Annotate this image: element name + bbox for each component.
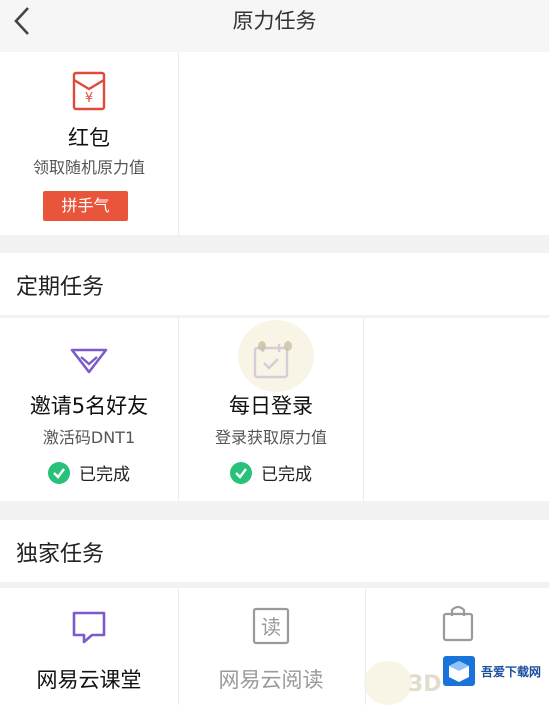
task-title: 网易云阅读 <box>218 668 324 692</box>
netease-study-card[interactable]: 网易云课堂 <box>0 588 178 705</box>
read-icon: 读 <box>251 606 291 650</box>
cube-logo-icon <box>443 656 475 686</box>
task-title: 每日登录 <box>229 394 313 418</box>
status-label: 已完成 <box>79 465 130 485</box>
exclusive-tasks-header: 独家任务 <box>0 520 549 582</box>
site-watermark-badge: 吾爱下载网 <box>441 654 545 688</box>
section-title: 定期任务 <box>16 275 105 300</box>
regular-tasks-header: 定期任务 <box>0 253 549 315</box>
invite-friends-card[interactable]: 邀请5名好友 激活码DNT1 已完成 <box>0 318 178 501</box>
check-circle-icon <box>230 461 252 484</box>
red-packet-title: 红包 <box>68 126 110 150</box>
calendar-icon <box>251 342 291 384</box>
nav-bar: 原力任务 <box>0 0 549 52</box>
daily-login-card[interactable]: 每日登录 登录获取原力值 已完成 <box>179 318 363 501</box>
status-label: 已完成 <box>261 465 312 485</box>
task-subtitle: 登录获取原力值 <box>214 428 327 447</box>
section-title: 独家任务 <box>16 542 105 567</box>
task-status: 已完成 <box>179 460 363 485</box>
shopping-bag-icon <box>438 602 478 646</box>
badge-text: 吾爱下载网 <box>481 664 542 679</box>
page-title: 原力任务 <box>232 9 317 33</box>
red-packet-subtitle: 领取随机原力值 <box>32 158 145 177</box>
task-title: 网易云课堂 <box>36 668 142 692</box>
netease-reading-card[interactable]: 读 网易云阅读 <box>179 588 363 705</box>
red-packet-card[interactable]: ¥ 红包 领取随机原力值 拼手气 <box>0 52 178 235</box>
check-circle-icon <box>48 461 70 484</box>
regular-tasks-row: 邀请5名好友 激活码DNT1 已完成 每日登录 登录获取原力值 已完成 <box>0 318 549 501</box>
try-luck-button[interactable]: 拼手气 <box>43 191 128 221</box>
svg-text:读: 读 <box>261 615 281 639</box>
divider <box>178 52 179 235</box>
task-subtitle: 激活码DNT1 <box>42 428 136 447</box>
task-status: 已完成 <box>0 460 178 485</box>
red-packet-icon: ¥ <box>71 70 107 116</box>
chat-book-icon <box>70 608 108 650</box>
divider <box>363 318 364 501</box>
diamond-icon <box>69 342 109 380</box>
svg-text:¥: ¥ <box>85 91 93 106</box>
red-packet-row: ¥ 红包 领取随机原力值 拼手气 <box>0 52 549 235</box>
task-title: 邀请5名好友 <box>29 394 149 418</box>
